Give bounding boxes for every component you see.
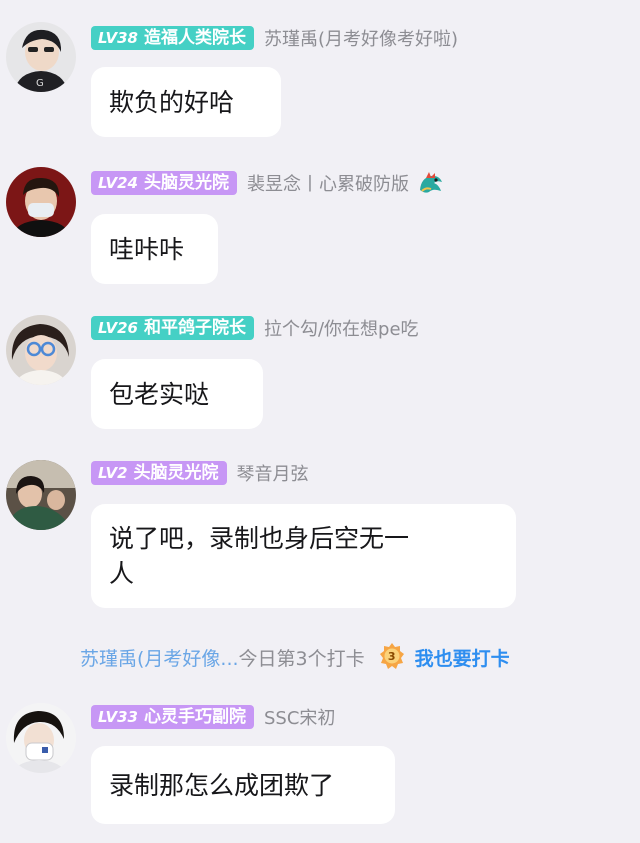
message-text: 哇咔咔 <box>109 234 185 264</box>
message-text: 录制那怎么成团欺了 <box>109 770 335 800</box>
level-title: 心灵手巧副院 <box>143 707 246 727</box>
message-bubble[interactable]: 说了吧，录制也身后空无一 人 <box>91 504 516 608</box>
checkin-user[interactable]: 苏瑾禹(月考好像... <box>80 644 239 671</box>
level-title: 头脑灵光院 <box>133 463 219 483</box>
level-label: LV38 <box>98 29 138 47</box>
message-header: LV26 和平鸽子院长 拉个勾/你在想pe吃 <box>91 315 419 341</box>
level-label: LV26 <box>98 319 138 337</box>
medal-number: 3 <box>387 650 396 663</box>
level-label: LV24 <box>98 174 138 192</box>
avatar[interactable] <box>6 315 76 385</box>
level-title: 造福人类院长 <box>143 28 246 48</box>
dragon-icon <box>417 170 445 196</box>
level-badge: LV24 头脑灵光院 <box>91 171 237 195</box>
avatar[interactable]: G <box>6 22 76 92</box>
message-header: LV38 造福人类院长 苏瑾禹(月考好像考好啦) <box>91 25 458 51</box>
message-bubble[interactable]: 录制那怎么成团欺了 <box>91 746 395 824</box>
avatar[interactable] <box>6 703 76 773</box>
level-badge: LV26 和平鸽子院长 <box>91 316 254 340</box>
username[interactable]: 拉个勾/你在想pe吃 <box>264 315 419 341</box>
message-header: LV24 头脑灵光院 裴昱念丨心累破防版 <box>91 170 445 196</box>
message-header: LV33 心灵手巧副院 SSC宋初 <box>91 704 335 730</box>
level-badge: LV2 头脑灵光院 <box>91 461 227 485</box>
join-checkin-link[interactable]: 我也要打卡 <box>415 644 510 671</box>
level-label: LV2 <box>98 464 128 482</box>
message-bubble[interactable]: 包老实哒 <box>91 359 263 429</box>
avatar[interactable] <box>6 167 76 237</box>
avatar[interactable] <box>6 460 76 530</box>
message-bubble[interactable]: 哇咔咔 <box>91 214 218 284</box>
message-text-line: 人 <box>109 559 135 588</box>
svg-text:G: G <box>36 78 44 89</box>
level-title: 头脑灵光院 <box>143 173 229 193</box>
message-text-line: 说了吧，录制也身后空无一 <box>109 524 410 553</box>
level-label: LV33 <box>98 708 138 726</box>
checkin-text: 今日第3个打卡 <box>238 647 365 670</box>
message-text: 欺负的好哈 <box>109 87 235 117</box>
level-title: 和平鸽子院长 <box>143 318 246 338</box>
message-text: 包老实哒 <box>109 379 210 409</box>
username[interactable]: 苏瑾禹(月考好像考好啦) <box>264 25 458 51</box>
message-bubble[interactable]: 欺负的好哈 <box>91 67 281 137</box>
username[interactable]: 琴音月弦 <box>237 460 309 486</box>
username[interactable]: 裴昱念丨心累破防版 <box>247 170 409 196</box>
username[interactable]: SSC宋初 <box>264 704 335 730</box>
level-badge: LV33 心灵手巧副院 <box>91 705 254 729</box>
medal-icon: 3 <box>379 642 405 672</box>
checkin-notice: 苏瑾禹(月考好像... 今日第3个打卡 3 我也要打卡 <box>80 640 510 674</box>
message-header: LV2 头脑灵光院 琴音月弦 <box>91 460 309 486</box>
level-badge: LV38 造福人类院长 <box>91 26 254 50</box>
